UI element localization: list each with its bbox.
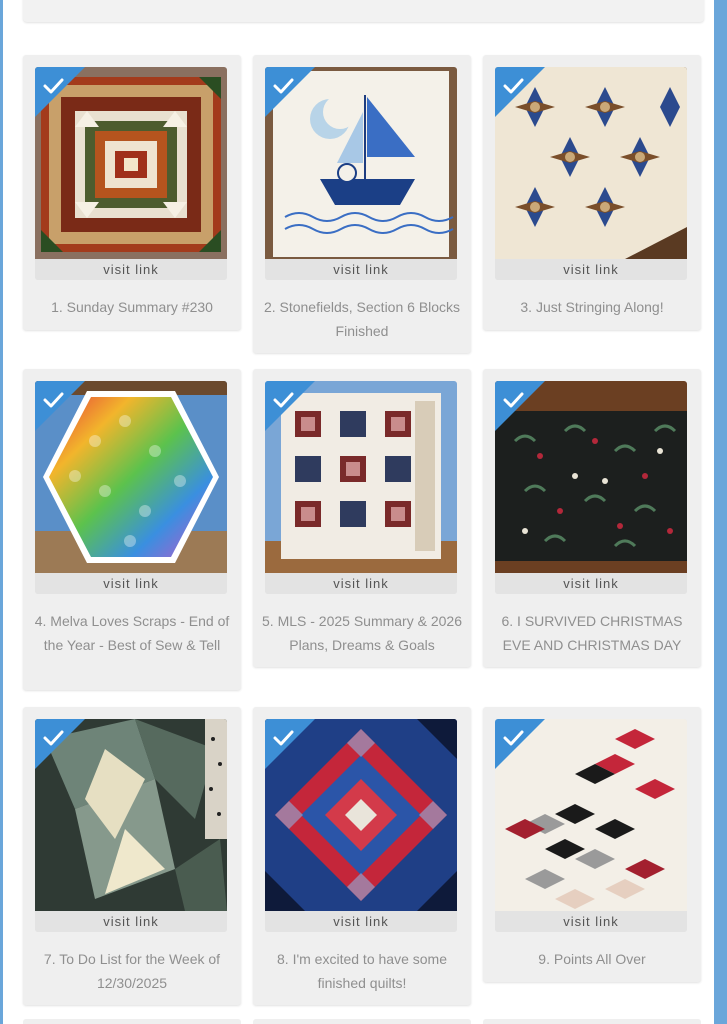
link-card: visit link 3. Just Stringing Along!: [483, 55, 701, 330]
visit-link[interactable]: visit link: [495, 911, 687, 932]
entry-title[interactable]: 1. Sunday Summary #230: [29, 296, 235, 320]
previous-card: [23, 0, 704, 22]
visit-link[interactable]: visit link: [265, 911, 457, 932]
visit-link[interactable]: visit link: [35, 911, 227, 932]
next-card: [483, 1019, 701, 1024]
link-card: visit link 1. Sunday Summary #230: [23, 55, 241, 330]
thumbnail-link[interactable]: visit link: [265, 719, 457, 932]
thumbnail-link[interactable]: visit link: [495, 381, 687, 594]
visit-link[interactable]: visit link: [35, 573, 227, 594]
link-card: visit link 4. Melva Loves Scraps - End o…: [23, 369, 241, 690]
thumbnail-link[interactable]: visit link: [495, 67, 687, 280]
visit-link[interactable]: visit link: [35, 259, 227, 280]
link-card: visit link 2. Stonefields, Section 6 Blo…: [253, 55, 471, 353]
thumbnail-link[interactable]: visit link: [35, 67, 227, 280]
entry-title[interactable]: 9. Points All Over: [489, 948, 695, 972]
link-card: visit link 8. I'm excited to have some f…: [253, 707, 471, 1005]
entry-title[interactable]: 4. Melva Loves Scraps - End of the Year …: [29, 610, 235, 657]
entry-title[interactable]: 7. To Do List for the Week of 12/30/2025: [29, 948, 235, 995]
thumbnail-link[interactable]: visit link: [35, 381, 227, 594]
entry-title[interactable]: 3. Just Stringing Along!: [489, 296, 695, 320]
link-card: visit link 7. To Do List for the Week of…: [23, 707, 241, 1005]
next-card: [253, 1019, 471, 1024]
thumbnail-link[interactable]: visit link: [265, 67, 457, 280]
link-card: visit link 9. Points All Over: [483, 707, 701, 982]
entry-title[interactable]: 2. Stonefields, Section 6 Blocks Finishe…: [259, 296, 465, 343]
entry-title[interactable]: 8. I'm excited to have some finished qui…: [259, 948, 465, 995]
thumbnail-link[interactable]: visit link: [35, 719, 227, 932]
link-party-gallery: visit link 1. Sunday Summary #230 visit …: [3, 0, 714, 1024]
visit-link[interactable]: visit link: [495, 259, 687, 280]
visit-link[interactable]: visit link: [495, 573, 687, 594]
visit-link[interactable]: visit link: [265, 573, 457, 594]
next-card: [23, 1019, 241, 1024]
link-card: visit link 5. MLS - 2025 Summary & 2026 …: [253, 369, 471, 667]
entry-title[interactable]: 5. MLS - 2025 Summary & 2026 Plans, Drea…: [259, 610, 465, 657]
visit-link[interactable]: visit link: [265, 259, 457, 280]
entry-title[interactable]: 6. I SURVIVED CHRISTMAS EVE AND CHRISTMA…: [489, 610, 695, 657]
thumbnail-link[interactable]: visit link: [265, 381, 457, 594]
link-card: visit link 6. I SURVIVED CHRISTMAS EVE A…: [483, 369, 701, 667]
thumbnail-link[interactable]: visit link: [495, 719, 687, 932]
